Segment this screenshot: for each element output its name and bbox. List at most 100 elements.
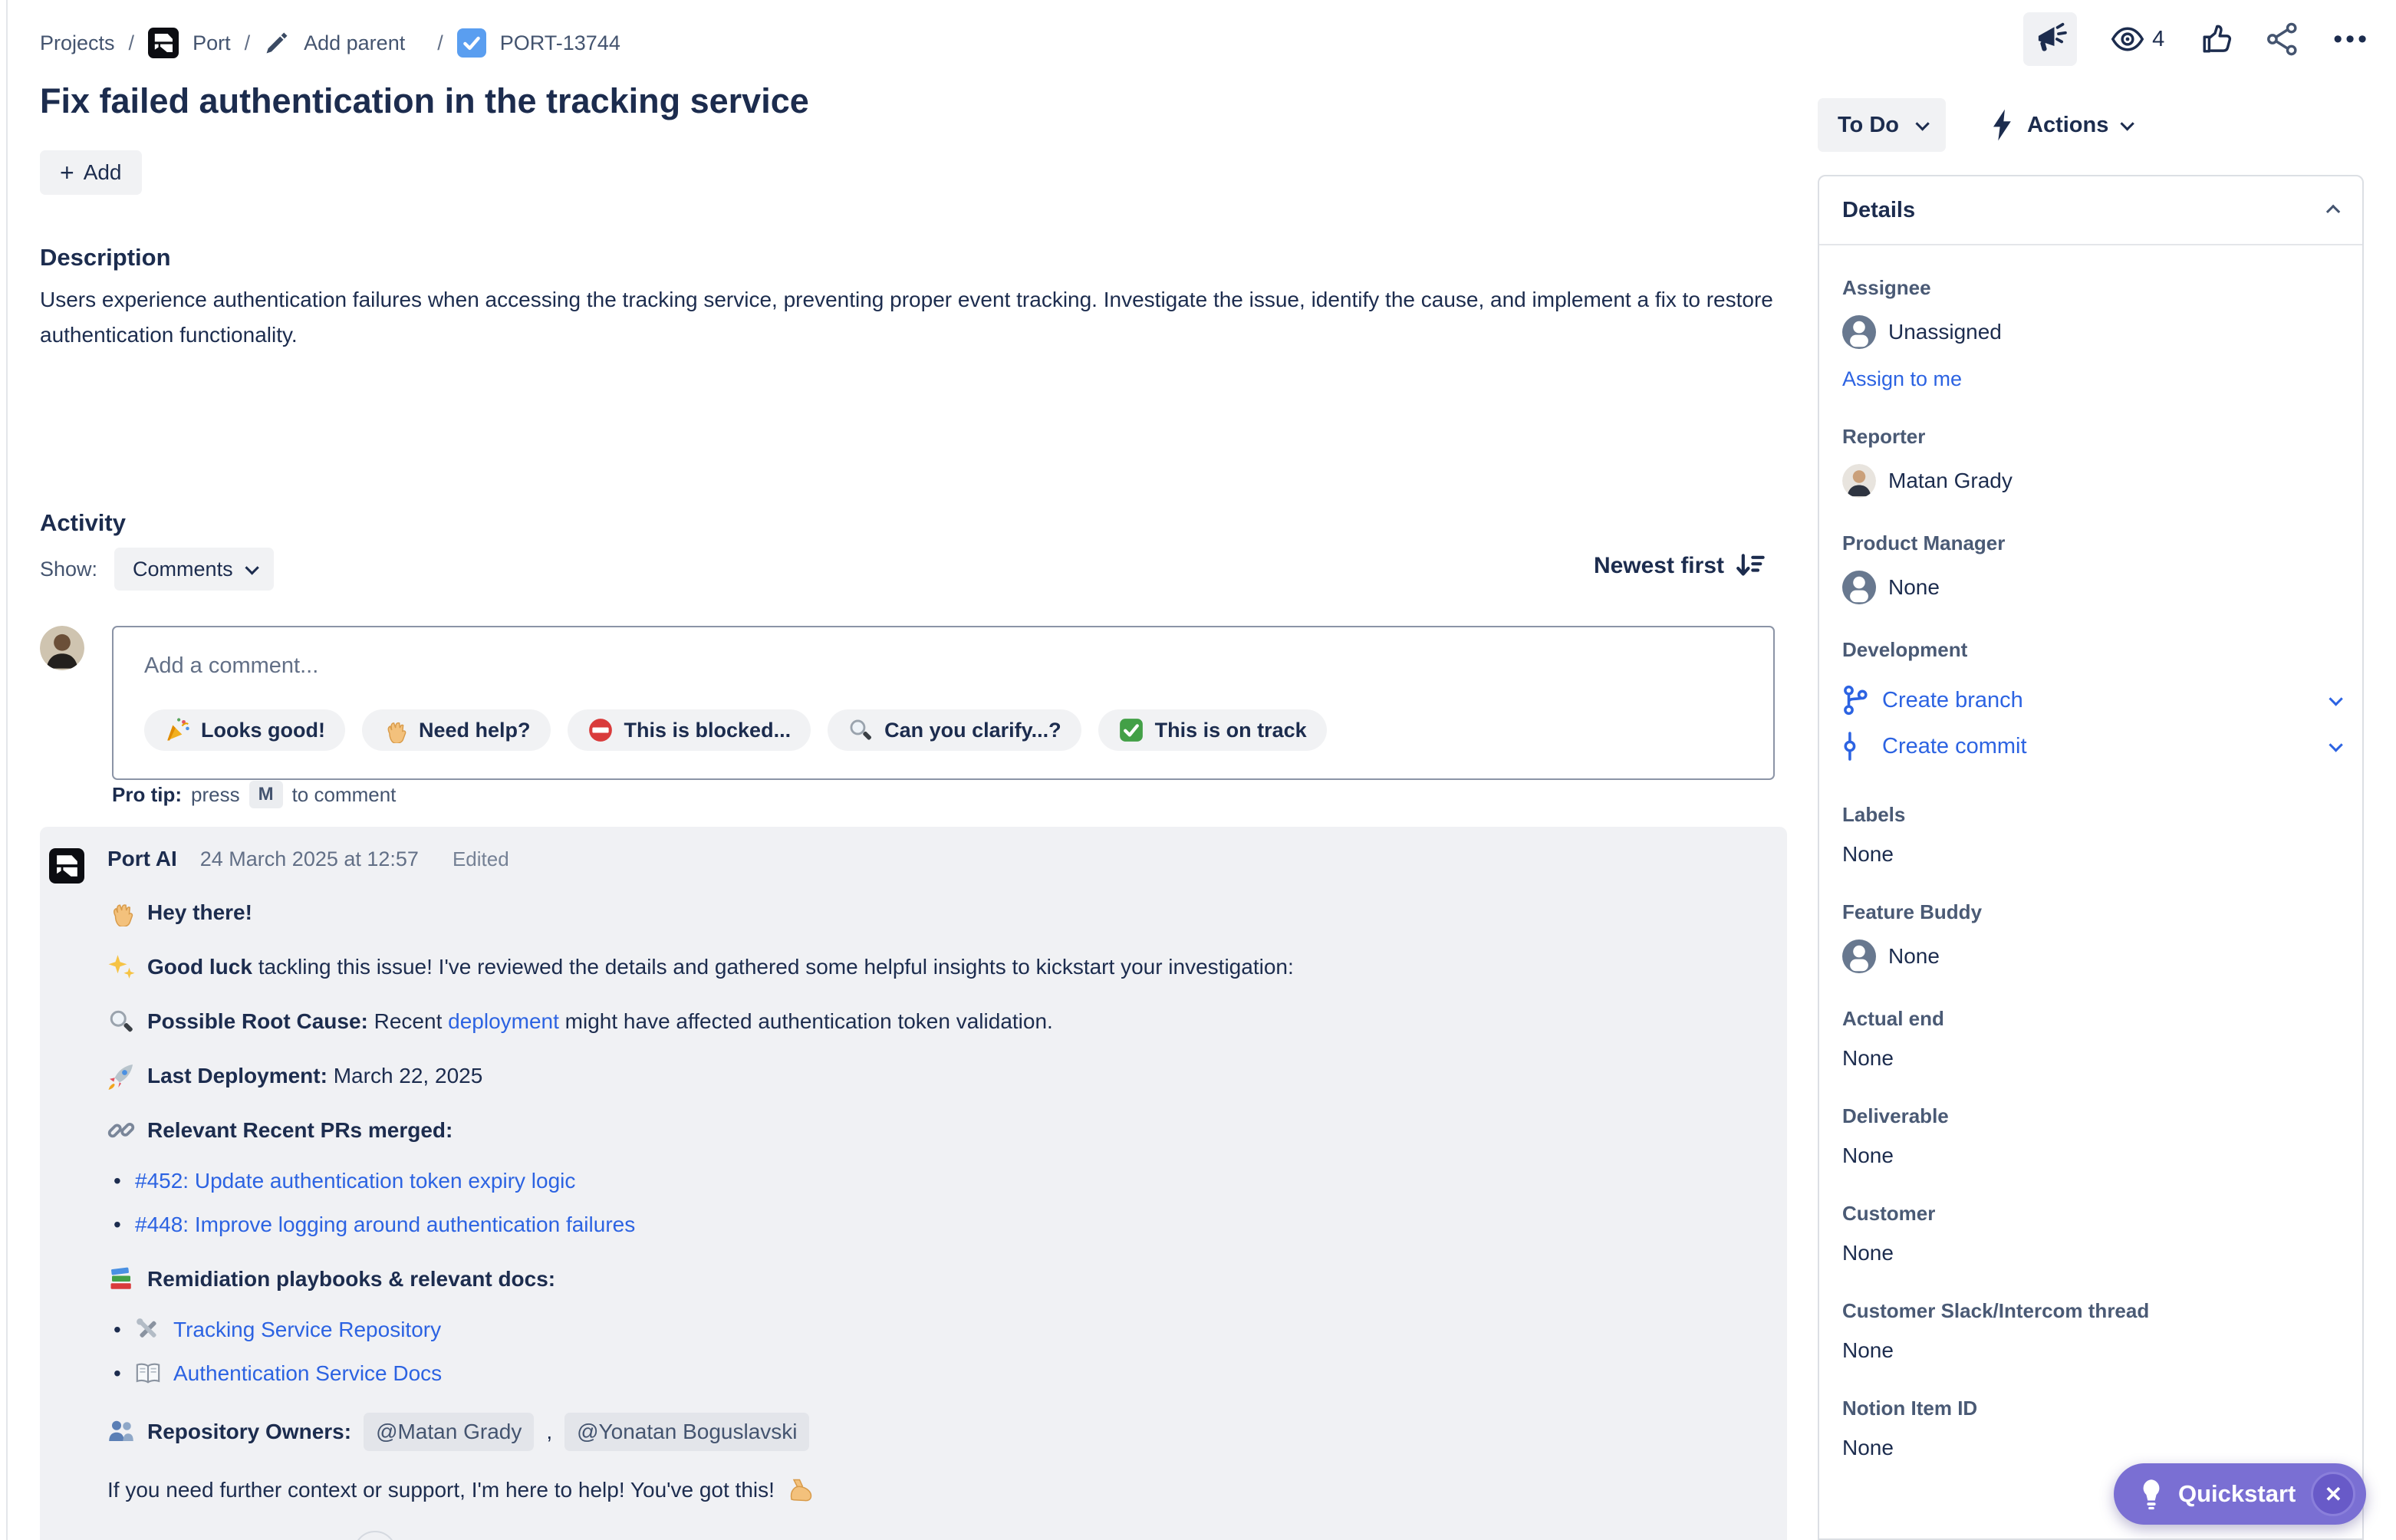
list-item: #448: Improve logging around authenticat… xyxy=(107,1209,1756,1240)
status-dropdown[interactable]: To Do xyxy=(1818,98,1946,152)
link-emoji xyxy=(107,1117,135,1144)
sort-order-button[interactable]: Newest first xyxy=(1594,552,1766,580)
chip-clarify[interactable]: Can you clarify...? xyxy=(828,709,1081,751)
actions-dropdown[interactable]: Actions xyxy=(1989,108,2131,142)
create-commit-button[interactable]: Create commit xyxy=(1842,723,2339,769)
unassigned-avatar-icon xyxy=(1842,315,1876,349)
field-label: Development xyxy=(1842,638,2339,662)
comment-header: Port AI 24 March 2025 at 12:57 Edited xyxy=(107,844,1756,874)
add-reaction-button[interactable] xyxy=(354,1531,397,1540)
assignee-value[interactable]: Unassigned xyxy=(1842,315,2339,349)
deliverable-value[interactable]: None xyxy=(1842,1143,2339,1168)
edit-button[interactable]: Edit xyxy=(192,1537,228,1540)
sparkles-emoji xyxy=(107,953,135,981)
mention-chip[interactable]: @Matan Grady xyxy=(364,1413,534,1451)
tracking-repo-link[interactable]: Tracking Service Repository xyxy=(173,1315,441,1345)
field-customer: Customer None xyxy=(1842,1202,2339,1265)
reply-button[interactable]: Reply xyxy=(107,1537,160,1540)
chip-label: Can you clarify...? xyxy=(884,719,1061,742)
field-deliverable: Deliverable None xyxy=(1842,1104,2339,1168)
owners-bold: Repository Owners: xyxy=(147,1417,351,1447)
add-button[interactable]: + Add xyxy=(40,150,142,195)
comment-input[interactable]: Add a comment... Looks good! Need help? xyxy=(112,626,1775,780)
breadcrumb-issue-key[interactable]: PORT-13744 xyxy=(500,31,620,55)
field-label: Customer xyxy=(1842,1202,2339,1226)
auth-docs-link[interactable]: Authentication Service Docs xyxy=(173,1358,442,1389)
chevron-down-icon[interactable] xyxy=(2329,692,2342,706)
field-product-manager: Product Manager None xyxy=(1842,531,2339,604)
breadcrumb-projects[interactable]: Projects xyxy=(40,31,115,55)
breadcrumb-add-parent[interactable]: Add parent xyxy=(304,31,405,55)
deployment-link[interactable]: deployment xyxy=(448,1009,559,1033)
chevron-up-icon[interactable] xyxy=(2326,204,2340,218)
list-item: #452: Update authentication token expiry… xyxy=(107,1166,1756,1196)
flexed-biceps-emoji xyxy=(787,1476,815,1504)
pro-tip-post: to comment xyxy=(292,783,397,807)
mention-chip[interactable]: @Yonatan Boguslavski xyxy=(564,1413,809,1451)
buddy-value[interactable]: None xyxy=(1842,939,2339,973)
docs-bold: Remidiation playbooks & relevant docs: xyxy=(147,1264,555,1295)
chevron-down-icon xyxy=(2121,117,2134,130)
pro-tip-bold: Pro tip: xyxy=(112,783,182,807)
assign-to-me-link[interactable]: Assign to me xyxy=(1842,367,1962,391)
details-panel: Details Assignee Unassigned Assign to me… xyxy=(1818,175,2364,1540)
chip-need-help[interactable]: Need help? xyxy=(362,709,551,751)
field-label: Notion Item ID xyxy=(1842,1397,2339,1420)
chip-on-track[interactable]: This is on track xyxy=(1098,709,1327,751)
slack-thread-value[interactable]: None xyxy=(1842,1338,2339,1363)
chip-looks-good[interactable]: Looks good! xyxy=(144,709,345,751)
rootcause-post: might have affected authentication token… xyxy=(565,1009,1053,1033)
reporter-name: Matan Grady xyxy=(1888,469,2013,493)
comment-edited-flag: Edited xyxy=(453,844,509,874)
waving-hand-emoji xyxy=(107,899,135,926)
reporter-value[interactable]: Matan Grady xyxy=(1842,464,2339,498)
filter-value: Comments xyxy=(133,558,233,581)
description-heading: Description xyxy=(40,244,171,271)
owners-separator: , xyxy=(546,1417,552,1447)
person-placeholder-icon xyxy=(1842,571,1876,604)
comment-owners-line: Repository Owners: @Matan Grady , @Yonat… xyxy=(107,1413,1756,1451)
doc-link-list: Tracking Service Repository Authenticati… xyxy=(107,1315,1756,1389)
labels-value[interactable]: None xyxy=(1842,842,2339,867)
pm-value[interactable]: None xyxy=(1842,571,2339,604)
deploy-value: March 22, 2025 xyxy=(334,1064,483,1088)
details-header[interactable]: Details xyxy=(1819,176,2362,245)
lightning-bolt-icon xyxy=(1989,108,2015,142)
field-feature-buddy: Feature Buddy None xyxy=(1842,900,2339,973)
notion-id-value[interactable]: None xyxy=(1842,1436,2339,1460)
git-branch-icon xyxy=(1842,685,1868,716)
customer-value[interactable]: None xyxy=(1842,1241,2339,1265)
page-title[interactable]: Fix failed authentication in the trackin… xyxy=(40,81,809,121)
plus-icon: + xyxy=(60,159,74,187)
people-emoji xyxy=(107,1418,135,1446)
field-notion-id: Notion Item ID None xyxy=(1842,1397,2339,1460)
chip-blocked[interactable]: This is blocked... xyxy=(568,709,811,751)
pr-link-452[interactable]: #452: Update authentication token expiry… xyxy=(135,1166,575,1196)
comment-author[interactable]: Port AI xyxy=(107,844,177,874)
current-user-avatar[interactable] xyxy=(40,626,84,670)
close-icon[interactable]: ✕ xyxy=(2311,1472,2355,1516)
dot-separator: · xyxy=(331,1537,338,1540)
comment-deployment-line: Last Deployment: March 22, 2025 xyxy=(107,1061,1756,1091)
chip-label: Looks good! xyxy=(201,719,325,742)
pm-name: None xyxy=(1888,575,1940,600)
magnifier-emoji xyxy=(847,717,874,743)
actual-end-value[interactable]: None xyxy=(1842,1046,2339,1071)
breadcrumb-port[interactable]: Port xyxy=(193,31,231,55)
show-label: Show: xyxy=(40,558,97,581)
quickstart-button[interactable]: Quickstart ✕ xyxy=(2114,1463,2366,1525)
pr-link-448[interactable]: #448: Improve logging around authenticat… xyxy=(135,1209,635,1240)
description-body[interactable]: Users experience authentication failures… xyxy=(40,282,1779,353)
quick-reply-chips: Looks good! Need help? This is blocked..… xyxy=(144,709,1743,751)
waving-hand-emoji xyxy=(382,717,408,743)
activity-heading: Activity xyxy=(40,509,126,537)
create-branch-button[interactable]: Create branch xyxy=(1842,677,2339,723)
comments-filter-dropdown[interactable]: Comments xyxy=(114,548,274,591)
delete-button[interactable]: Delete xyxy=(259,1537,319,1540)
chevron-down-icon[interactable] xyxy=(2329,738,2342,752)
no-entry-emoji xyxy=(587,717,614,743)
field-assignee: Assignee Unassigned Assign to me xyxy=(1842,276,2339,391)
sort-descending-icon xyxy=(1735,552,1766,580)
comment-timestamp[interactable]: 24 March 2025 at 12:57 xyxy=(200,844,419,874)
status-row: To Do Actions xyxy=(1818,98,2131,152)
